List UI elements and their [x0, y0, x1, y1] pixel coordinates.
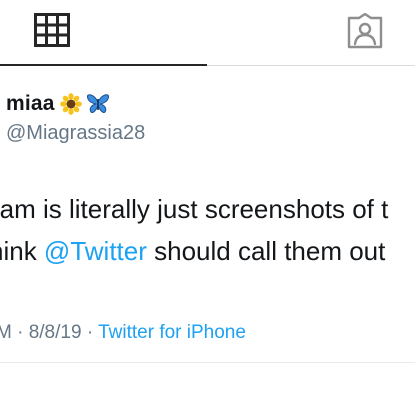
mention-link[interactable]: @Twitter [44, 236, 147, 266]
tweet-text-fragment: hink [0, 236, 37, 266]
tweet-source-link[interactable]: Twitter for iPhone [98, 322, 246, 343]
tweet-text-line: ram is literally just screenshots of t [0, 194, 389, 224]
display-name[interactable]: miaa [6, 92, 55, 116]
tweet-text-line: hink @Twitter should call them out [0, 230, 415, 272]
tweet-text: ram is literally just screenshots of t h… [0, 188, 415, 272]
tweet-meta: M · 8/8/19 · Twitter for iPhone [0, 322, 246, 344]
tweet-timestamp: M · 8/8/19 · [0, 322, 99, 343]
tweet-text-fragment: should call them out [146, 236, 386, 266]
tagged-icon[interactable] [346, 12, 384, 49]
profile-tab-bar [0, 0, 415, 66]
grid-icon[interactable] [34, 13, 70, 47]
user-handle[interactable]: @Miagrassia28 [6, 122, 145, 145]
tweet-user-line: miaa [6, 92, 110, 116]
tweet-card: miaa @Miagrassia28 ram is literally just… [0, 66, 415, 415]
divider [0, 362, 415, 363]
sunflower-icon [59, 93, 82, 115]
butterfly-icon [86, 93, 110, 115]
